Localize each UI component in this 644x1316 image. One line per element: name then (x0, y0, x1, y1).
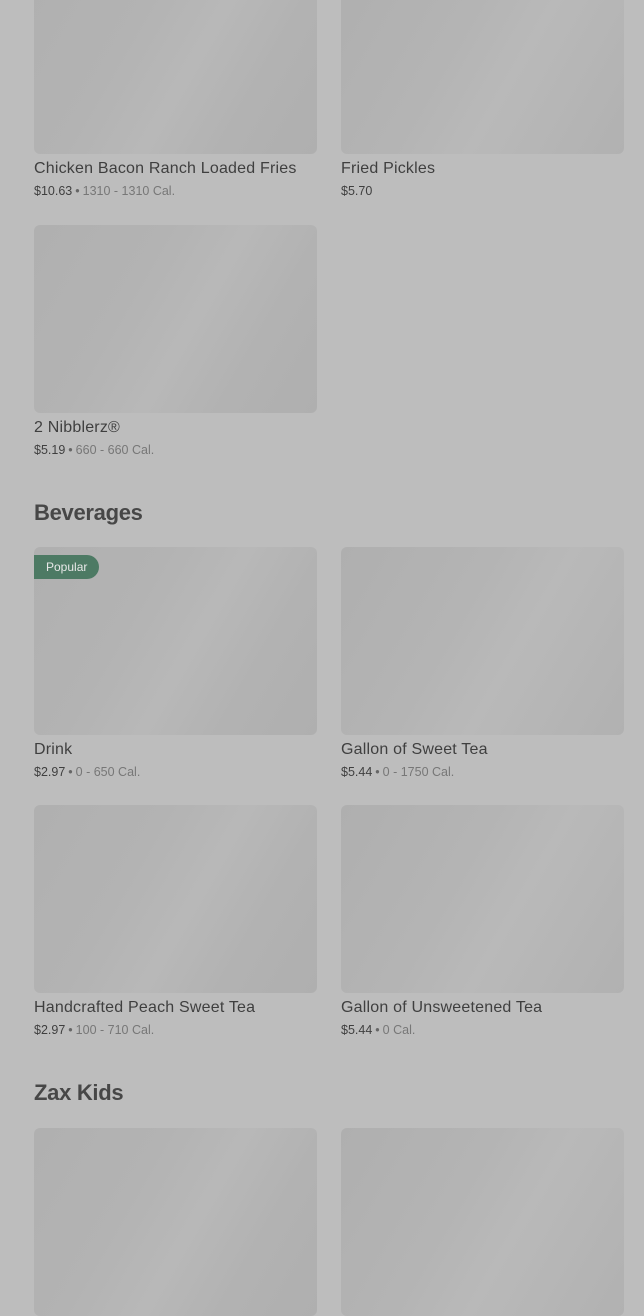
menu-item-price: $5.70 (341, 184, 373, 198)
menu-item-meta: $2.97 • 100 - 710 Cal. (34, 1023, 317, 1037)
menu-item-price: $5.44 (341, 765, 373, 779)
menu-item-calories: 0 Cal. (382, 1023, 416, 1037)
menu-item-card[interactable]: 2 Nibblerz® $5.19 • 660 - 660 Cal. (34, 225, 317, 457)
menu-item-calories: 660 - 660 Cal. (75, 443, 155, 457)
menu-item-card[interactable] (341, 1128, 624, 1316)
separator: • (68, 443, 73, 457)
separator: • (68, 1023, 73, 1037)
menu-item-meta: $5.44 • 0 Cal. (341, 1023, 624, 1037)
menu-item-image (34, 225, 317, 413)
section-title-zax-kids: Zax Kids (34, 1080, 124, 1105)
menu-item-calories: 100 - 710 Cal. (75, 1023, 155, 1037)
menu-item-meta: $5.70 (341, 184, 624, 198)
menu-item-name: Fried Pickles (341, 160, 436, 177)
menu-item-card[interactable]: Fried Pickles $5.70 (341, 0, 624, 198)
section-title-beverages: Beverages (34, 500, 143, 525)
menu-item-image (341, 805, 624, 993)
menu-item-name: Handcrafted Peach Sweet Tea (34, 999, 256, 1016)
menu-item-card[interactable]: Gallon of Sweet Tea $5.44 • 0 - 1750 Cal. (341, 547, 624, 779)
menu-item-name: Chicken Bacon Ranch Loaded Fries (34, 160, 297, 177)
menu-item-name: Drink (34, 741, 73, 758)
menu-item-image (34, 0, 317, 154)
separator: • (75, 184, 80, 198)
menu-item-image: Popular (34, 547, 317, 735)
menu-item-image (34, 1128, 317, 1316)
menu-item-card[interactable]: Gallon of Unsweetened Tea $5.44 • 0 Cal. (341, 805, 624, 1037)
menu-item-price: $10.63 (34, 184, 73, 198)
menu-item-price: $5.19 (34, 443, 66, 457)
menu-item-card[interactable] (34, 1128, 317, 1316)
popular-badge: Popular (34, 555, 100, 579)
menu-item-meta: $5.19 • 660 - 660 Cal. (34, 443, 317, 457)
menu-item-price: $5.44 (341, 1023, 373, 1037)
menu-item-card[interactable]: Popular Drink $2.97 • 0 - 650 Cal. (34, 547, 317, 779)
separator: • (68, 765, 73, 779)
menu-item-price: $2.97 (34, 765, 66, 779)
menu-item-calories: 0 - 1750 Cal. (382, 765, 455, 779)
menu-item-image (341, 1128, 624, 1316)
separator: • (375, 1023, 380, 1037)
menu-item-name: Gallon of Unsweetened Tea (341, 999, 543, 1016)
menu-item-calories: 0 - 650 Cal. (75, 765, 141, 779)
menu-item-price: $2.97 (34, 1023, 66, 1037)
menu-item-name: Gallon of Sweet Tea (341, 741, 488, 758)
menu-item-meta: $10.63 • 1310 - 1310 Cal. (34, 184, 317, 198)
menu-item-image (341, 0, 624, 154)
separator: • (375, 765, 380, 779)
menu-item-calories: 1310 - 1310 Cal. (82, 184, 176, 198)
menu-item-card[interactable]: Handcrafted Peach Sweet Tea $2.97 • 100 - … (34, 805, 317, 1037)
menu-item-image (341, 547, 624, 735)
menu-item-image (34, 805, 317, 993)
menu-item-meta: $5.44 • 0 - 1750 Cal. (341, 765, 624, 779)
menu-item-meta: $2.97 • 0 - 650 Cal. (34, 765, 317, 779)
menu-item-card[interactable]: Chicken Bacon Ranch Loaded Fries $10.63 •… (34, 0, 317, 198)
menu-item-name: 2 Nibblerz® (34, 419, 121, 436)
